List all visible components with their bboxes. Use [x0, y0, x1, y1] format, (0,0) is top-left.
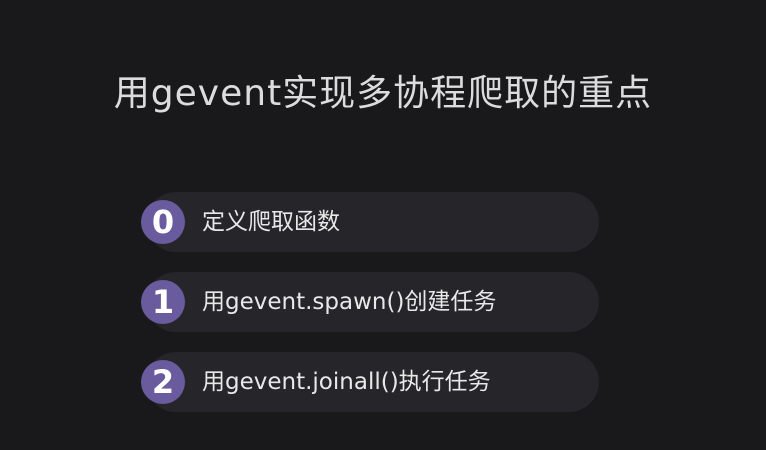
step-item: 2 用gevent.joinall()执行任务: [141, 352, 599, 412]
step-item: 1 用gevent.spawn()创建任务: [141, 272, 599, 332]
step-item: 0 定义爬取函数: [141, 192, 599, 252]
step-text: 用gevent.joinall()执行任务: [202, 369, 491, 395]
step-number-badge: 2: [141, 360, 185, 404]
step-text: 定义爬取函数: [202, 209, 340, 235]
step-number-badge: 0: [141, 200, 185, 244]
slide-title: 用gevent实现多协程爬取的重点: [113, 73, 653, 114]
step-number-badge: 1: [141, 280, 185, 324]
step-text: 用gevent.spawn()创建任务: [202, 289, 497, 315]
